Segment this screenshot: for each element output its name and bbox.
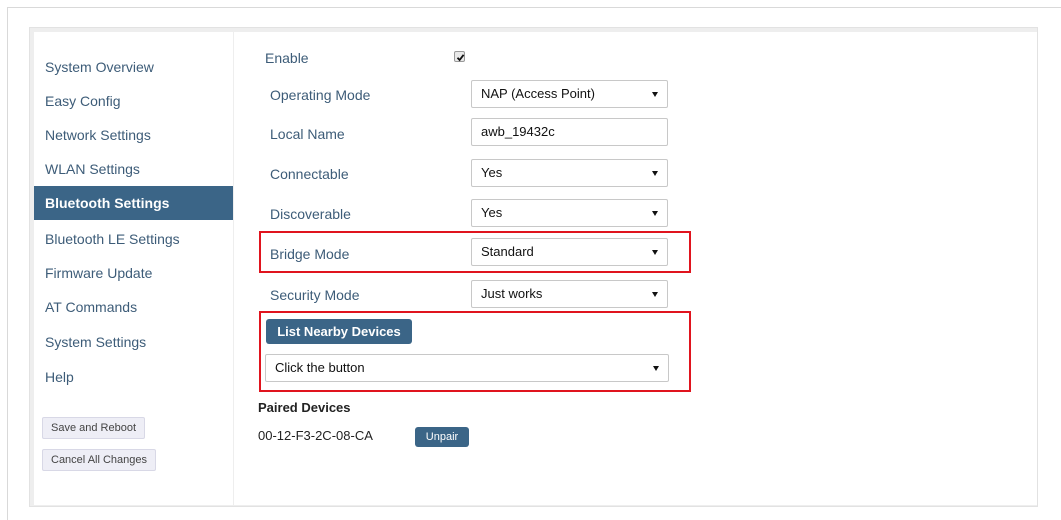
sidebar-item-help[interactable]: Help — [34, 360, 233, 394]
connectable-value: Yes — [481, 165, 503, 180]
chevron-down-icon — [653, 366, 659, 371]
sidebar-item-system-overview[interactable]: System Overview — [34, 50, 233, 84]
sidebar-item-bluetooth-le-settings[interactable]: Bluetooth LE Settings — [34, 222, 233, 256]
chevron-down-icon — [652, 292, 658, 297]
bridge-mode-select[interactable]: Standard — [471, 238, 668, 266]
chevron-down-icon — [652, 92, 658, 97]
sidebar-item-system-settings[interactable]: System Settings — [34, 325, 233, 359]
sidebar-item-bluetooth-settings[interactable]: Bluetooth Settings — [34, 186, 233, 220]
security-mode-select[interactable]: Just works — [471, 280, 668, 308]
local-name-input[interactable]: awb_19432c — [471, 118, 668, 146]
paired-device-address: 00-12-F3-2C-08-CA — [258, 428, 373, 443]
operating-mode-select[interactable]: NAP (Access Point) — [471, 80, 668, 108]
connectable-label: Connectable — [270, 166, 349, 182]
unpair-button[interactable]: Unpair — [415, 427, 469, 447]
enable-label: Enable — [265, 50, 309, 66]
connectable-select[interactable]: Yes — [471, 159, 668, 187]
cancel-all-changes-button[interactable]: Cancel All Changes — [42, 449, 157, 471]
local-name-label: Local Name — [270, 126, 345, 142]
discoverable-select[interactable]: Yes — [471, 199, 668, 227]
chevron-down-icon — [652, 250, 658, 255]
enable-checkbox[interactable] — [454, 51, 465, 62]
checkmark-icon — [456, 54, 465, 62]
nearby-devices-value: Click the button — [275, 360, 365, 375]
bridge-mode-label: Bridge Mode — [270, 246, 350, 262]
sidebar-item-at-commands[interactable]: AT Commands — [34, 290, 233, 324]
paired-devices-heading: Paired Devices — [258, 400, 351, 415]
operating-mode-value: NAP (Access Point) — [481, 86, 595, 101]
sidebar-item-wlan-settings[interactable]: WLAN Settings — [34, 152, 233, 186]
chevron-down-icon — [652, 211, 658, 216]
sidebar-item-network-settings[interactable]: Network Settings — [34, 118, 233, 152]
local-name-value: awb_19432c — [481, 124, 555, 139]
discoverable-label: Discoverable — [270, 206, 351, 222]
nearby-devices-select[interactable]: Click the button — [265, 354, 669, 382]
security-mode-label: Security Mode — [270, 287, 360, 303]
sidebar-item-firmware-update[interactable]: Firmware Update — [34, 256, 233, 290]
discoverable-value: Yes — [481, 205, 503, 220]
operating-mode-label: Operating Mode — [270, 87, 371, 103]
save-and-reboot-button[interactable]: Save and Reboot — [42, 417, 146, 439]
chevron-down-icon — [652, 171, 658, 176]
bridge-mode-value: Standard — [481, 244, 534, 259]
list-nearby-devices-button[interactable]: List Nearby Devices — [266, 319, 412, 344]
sidebar-item-easy-config[interactable]: Easy Config — [34, 84, 233, 118]
security-mode-value: Just works — [481, 286, 543, 301]
bluetooth-settings-form: Enable Operating Mode NAP (Access Point)… — [234, 32, 1037, 505]
sidebar: System Overview Easy Config Network Sett… — [34, 32, 233, 505]
